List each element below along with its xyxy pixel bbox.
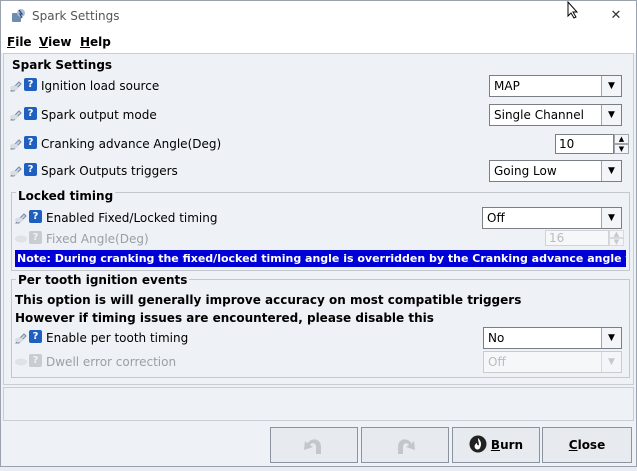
per-tooth-timing-select[interactable]: No ▼ [483, 327, 622, 349]
ignition-load-source-select[interactable]: MAP ▼ [489, 75, 622, 97]
ignition-load-source-label: Ignition load source [41, 79, 160, 93]
window-title: Spark Settings [32, 9, 120, 23]
per-tooth-timing-label: Enable per tooth timing [46, 331, 189, 345]
burn-button[interactable]: Burn [452, 427, 540, 463]
undo-button[interactable] [270, 427, 358, 463]
help-icon[interactable]: ? [24, 107, 37, 120]
mouse-cursor-icon [567, 1, 579, 19]
per-tooth-info-2: However if timing issues are encountered… [15, 311, 434, 325]
settings-panel: Spark Settings ? Ignition load source MA… [3, 53, 634, 385]
chevron-down-icon[interactable]: ▼ [601, 328, 621, 348]
fixed-angle-label: Fixed Angle(Deg) [46, 232, 149, 246]
pencil-icon[interactable] [15, 330, 29, 344]
spin-down-icon[interactable]: ▼ [614, 144, 629, 154]
spin-up-icon[interactable]: ▲ [614, 134, 629, 144]
section-title-spark-settings: Spark Settings [12, 58, 113, 72]
pencil-icon[interactable] [10, 163, 24, 177]
close-icon[interactable]: ✕ [596, 5, 636, 27]
spark-app-icon [12, 9, 25, 22]
pencil-icon[interactable] [10, 107, 24, 121]
help-icon: ? [29, 231, 42, 244]
flame-icon [469, 435, 487, 453]
row-locked-timing-enabled: ? Enabled Fixed/Locked timing Off ▼ [15, 207, 627, 229]
spark-settings-window: Spark Settings ✕ File View Help Spark Se… [0, 0, 637, 467]
help-icon[interactable]: ? [24, 136, 37, 149]
status-bar [3, 387, 634, 421]
row-ignition-load-source: ? Ignition load source MAP ▼ [10, 75, 630, 97]
cranking-advance-spinner[interactable]: 10 ▲ ▼ [555, 134, 629, 154]
spin-up-icon: ▲ [609, 230, 624, 238]
spark-outputs-triggers-select[interactable]: Going Low ▼ [489, 160, 622, 182]
help-icon[interactable]: ? [29, 330, 42, 343]
chevron-down-icon[interactable]: ▼ [601, 76, 621, 96]
row-cranking-advance: ? Cranking advance Angle(Deg) 10 ▲ ▼ [10, 133, 630, 155]
row-spark-outputs-triggers: ? Spark Outputs triggers Going Low ▼ [10, 160, 630, 182]
per-tooth-info-1: This option is will generally improve ac… [15, 293, 522, 307]
chevron-down-icon[interactable]: ▼ [601, 208, 621, 228]
help-icon: ? [29, 354, 42, 367]
section-title-locked-timing: Locked timing [16, 189, 116, 203]
help-icon[interactable]: ? [29, 210, 42, 223]
help-icon[interactable]: ? [24, 163, 37, 176]
locked-timing-enabled-select[interactable]: Off ▼ [482, 207, 622, 229]
menu-view[interactable]: View [39, 35, 71, 49]
row-per-tooth-timing: ? Enable per tooth timing No ▼ [15, 327, 627, 349]
pencil-icon[interactable] [10, 78, 24, 92]
chevron-down-icon[interactable]: ▼ [601, 161, 621, 181]
locked-timing-note: Note: During cranking the fixed/locked t… [15, 250, 626, 267]
row-fixed-angle: ? Fixed Angle(Deg) 16 ▲ ▼ [15, 228, 627, 250]
spark-output-mode-label: Spark output mode [41, 108, 157, 122]
menu-bar: File View Help [1, 31, 636, 53]
menu-file[interactable]: File [7, 35, 32, 49]
fixed-angle-spinner: 16 ▲ ▼ [545, 230, 624, 246]
chevron-down-icon[interactable]: ▼ [601, 105, 621, 125]
redo-icon [398, 439, 415, 454]
row-dwell-error-correction: ? Dwell error correction Off ▼ [15, 351, 627, 373]
pencil-icon[interactable] [10, 136, 24, 150]
menu-help[interactable]: Help [80, 35, 111, 49]
help-icon[interactable]: ? [24, 78, 37, 91]
dwell-error-correction-label: Dwell error correction [46, 355, 177, 369]
title-bar: Spark Settings ✕ [1, 1, 636, 31]
spark-output-mode-select[interactable]: Single Channel ▼ [489, 104, 622, 126]
pencil-icon [15, 235, 27, 243]
redo-button[interactable] [361, 427, 449, 463]
row-spark-output-mode: ? Spark output mode Single Channel ▼ [10, 104, 630, 126]
spin-down-icon: ▼ [609, 238, 624, 246]
pencil-icon[interactable] [15, 210, 29, 224]
pencil-icon [15, 358, 27, 366]
section-title-per-tooth: Per tooth ignition events [16, 273, 190, 287]
locked-timing-enabled-label: Enabled Fixed/Locked timing [46, 211, 218, 225]
cranking-advance-label: Cranking advance Angle(Deg) [41, 137, 222, 151]
undo-icon [304, 439, 321, 454]
chevron-down-icon: ▼ [601, 352, 621, 372]
spark-outputs-triggers-label: Spark Outputs triggers [41, 164, 178, 178]
dwell-error-correction-select: Off ▼ [483, 351, 622, 373]
close-button[interactable]: Close [542, 427, 632, 463]
